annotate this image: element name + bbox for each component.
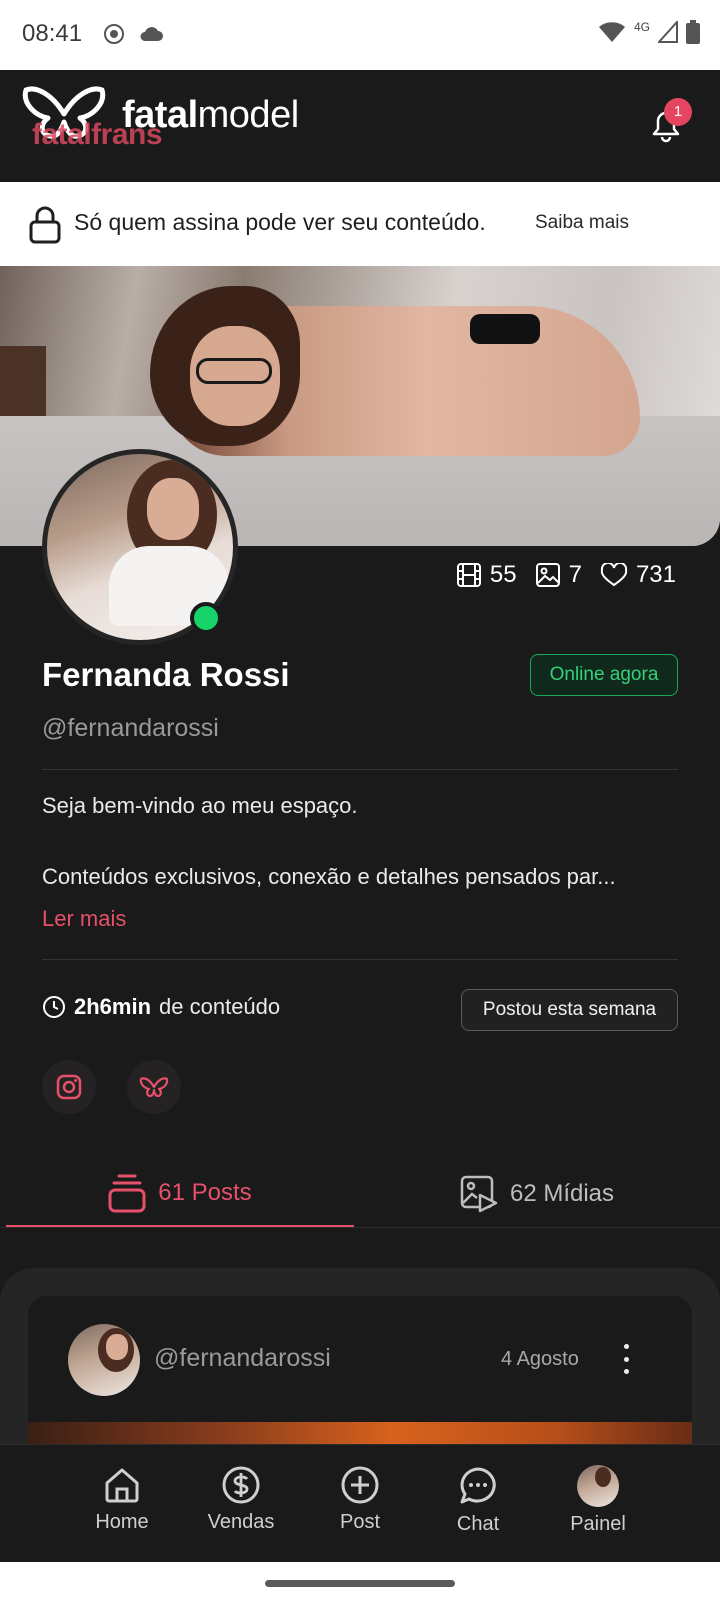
videos-stat: 55	[456, 561, 517, 589]
activity-badge: Postou esta semana	[461, 989, 678, 1031]
post-avatar-face	[106, 1334, 128, 1360]
home-gesture-handle[interactable]	[265, 1580, 455, 1587]
post-avatar[interactable]	[68, 1324, 140, 1396]
status-bar: 08:41 4G	[0, 0, 720, 70]
fatalmodel-button[interactable]	[127, 1060, 181, 1114]
gesture-bar	[0, 1562, 720, 1604]
lock-icon	[29, 206, 61, 244]
nav-post-label: Post	[339, 1511, 381, 1533]
divider	[42, 959, 678, 960]
instagram-button[interactable]	[42, 1060, 96, 1114]
more-options-icon[interactable]	[618, 1344, 634, 1374]
logo-text: fatalmodel	[122, 94, 299, 137]
avatar	[577, 1465, 619, 1507]
home-icon	[105, 1468, 139, 1503]
likes-count: 731	[635, 561, 676, 588]
nav-home-label: Home	[95, 1511, 149, 1533]
clock-icon	[43, 996, 65, 1018]
divider	[42, 769, 678, 770]
content-duration: 2h6min de conteúdo	[42, 994, 280, 1020]
fatalmodel-icon	[139, 1077, 169, 1098]
stack-icon	[108, 1174, 146, 1212]
cover-lingerie	[470, 314, 540, 344]
battery-icon	[686, 20, 700, 44]
profile-name: Fernanda Rossi	[42, 656, 290, 693]
bio-line-2: Conteúdos exclusivos, conexão e detalhes…	[42, 864, 616, 889]
nav-panel[interactable]: Painel	[543, 1465, 653, 1536]
online-status-dot	[190, 602, 222, 634]
tab-media-label: 62 Mídias	[509, 1180, 615, 1207]
image-icon	[535, 563, 560, 587]
notification-badge: 1	[664, 98, 692, 126]
post-date: 4 Agosto	[501, 1348, 579, 1370]
online-badge: Online agora	[530, 654, 678, 696]
logo-light: model	[197, 94, 300, 136]
tab-posts-label: 61 Posts	[158, 1178, 252, 1206]
nav-sales[interactable]: Vendas	[186, 1465, 296, 1534]
tab-media[interactable]: 62 Mídias	[360, 1160, 714, 1228]
avatar-face	[147, 478, 199, 540]
instagram-icon	[56, 1074, 82, 1100]
bottom-nav: Home Vendas Post Chat Painel	[0, 1444, 720, 1562]
app-header: fatalfrans fatalmodel 1	[0, 70, 720, 182]
cover-glasses	[196, 358, 272, 384]
tab-posts[interactable]: 61 Posts	[6, 1160, 354, 1228]
nav-chat[interactable]: Chat	[423, 1465, 533, 1536]
heart-icon	[600, 563, 628, 587]
duration-suffix: de conteúdo	[159, 994, 281, 1019]
nav-home[interactable]: Home	[67, 1465, 177, 1534]
likes-stat: 731	[600, 561, 676, 589]
duration-value: 2h6min	[74, 994, 152, 1019]
learn-more-link[interactable]: Saiba mais	[535, 212, 629, 234]
chat-icon	[460, 1467, 496, 1504]
read-more-link[interactable]: Ler mais	[42, 906, 126, 932]
film-icon	[456, 563, 481, 587]
bio-line-1: Seja bem-vindo ao meu espaço.	[42, 793, 358, 818]
signal-icon	[658, 21, 678, 43]
wifi-icon	[598, 22, 625, 42]
screen-record-icon	[104, 24, 124, 44]
nav-post[interactable]: Post	[305, 1465, 415, 1534]
nav-sales-label: Vendas	[207, 1511, 275, 1533]
plus-circle-icon	[341, 1466, 379, 1504]
logo-bold: fatal	[122, 94, 198, 136]
fatalmodel-logo[interactable]: fatalfrans fatalmodel	[22, 78, 342, 151]
status-icons-left	[102, 22, 164, 46]
photos-count: 7	[568, 561, 582, 588]
banner-text: Só quem assina pode ver seu conteúdo.	[74, 209, 486, 235]
nav-panel-label: Painel	[570, 1513, 626, 1535]
tabs-divider	[0, 1227, 720, 1228]
post-handle[interactable]: @fernandarossi	[154, 1344, 331, 1373]
status-time: 08:41	[22, 20, 83, 47]
media-icon	[460, 1175, 498, 1213]
cloud-icon	[140, 27, 163, 41]
videos-count: 55	[489, 561, 517, 588]
nav-chat-label: Chat	[456, 1513, 500, 1535]
profile-handle: @fernandarossi	[42, 714, 219, 742]
photos-stat: 7	[535, 561, 582, 589]
network-type: 4G	[633, 20, 650, 34]
dollar-icon	[222, 1466, 260, 1504]
status-icons-right: 4G	[598, 20, 700, 44]
profile-stats: 55 7 731	[456, 561, 676, 589]
subscription-banner: Só quem assina pode ver seu conteúdo. Sa…	[0, 182, 720, 266]
